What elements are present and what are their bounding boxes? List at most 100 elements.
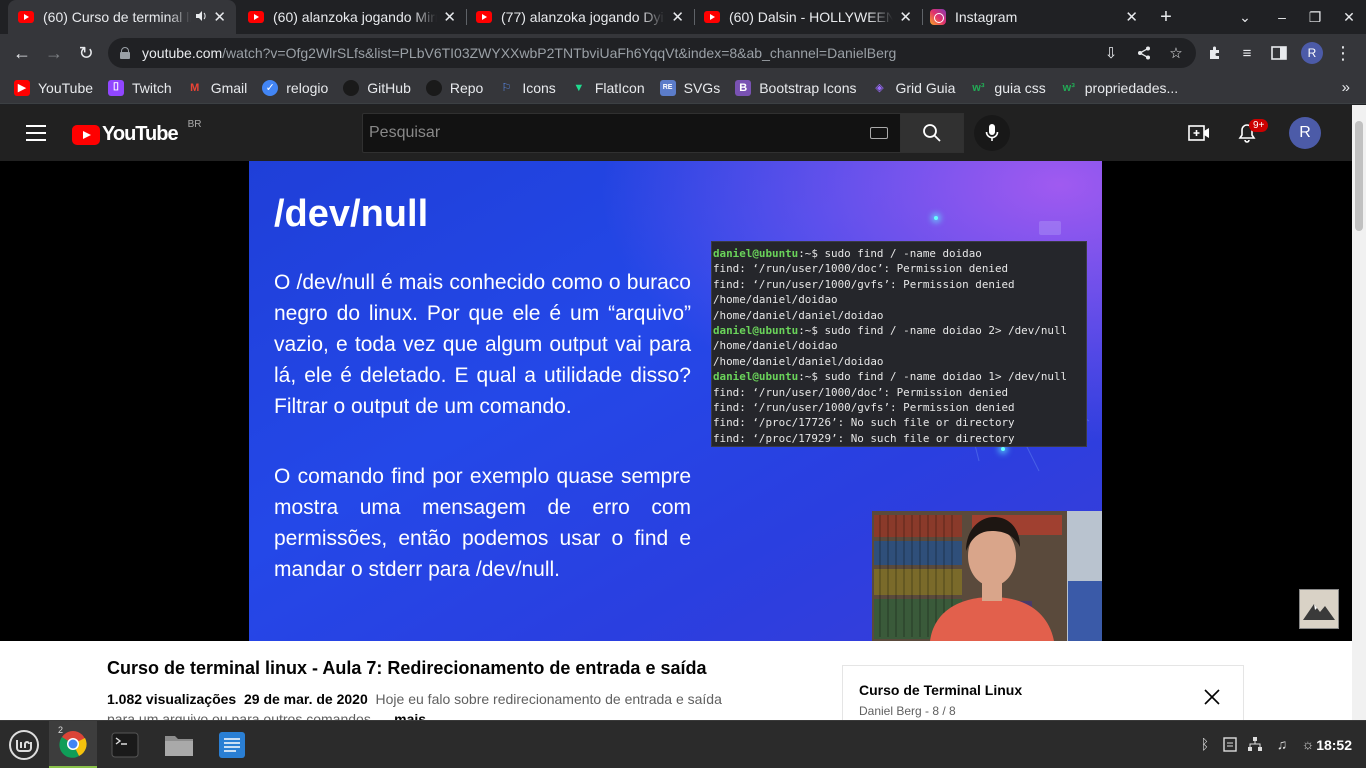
- browser-menu-icon[interactable]: ⋮: [1328, 38, 1358, 68]
- search-button[interactable]: [900, 113, 964, 153]
- tab-title: Instagram: [955, 9, 1018, 25]
- media-queue-icon[interactable]: ≡: [1232, 38, 1262, 68]
- bookmark-grid-guia[interactable]: ◈ Grid Guia: [871, 80, 955, 96]
- github-icon: [343, 79, 360, 96]
- terminal-line: find: ‘/run/user/1000/gvfs’: Permission …: [713, 401, 1015, 415]
- slide-title: /dev/null: [274, 193, 429, 235]
- files-taskbar-button[interactable]: [155, 721, 203, 768]
- chrome-taskbar-button[interactable]: 2: [49, 721, 97, 768]
- new-tab-icon[interactable]: +: [1150, 0, 1182, 34]
- back-icon[interactable]: ←: [7, 38, 37, 68]
- bookmark-twitch[interactable]: ⌷ Twitch: [108, 79, 172, 96]
- voice-search-button[interactable]: [974, 115, 1010, 151]
- bookmark-bootstrap-icons[interactable]: B Bootstrap Icons: [735, 79, 856, 96]
- bookmark-star-icon[interactable]: ☆: [1161, 38, 1191, 68]
- youtube-favicon-icon: [476, 11, 492, 23]
- create-video-icon[interactable]: [1187, 121, 1211, 145]
- bookmark-relogio[interactable]: ✓ relogio: [262, 79, 328, 96]
- profile-avatar[interactable]: R: [1297, 38, 1327, 68]
- tab-curso-terminal[interactable]: (60) Curso de terminal linux ✕: [8, 0, 236, 34]
- tab-dalsin[interactable]: (60) Dalsin - HOLLYWEEN ✕: [694, 0, 922, 34]
- tab-title: (77) alanzoka jogando Dying: [501, 9, 666, 25]
- bookmark-flaticon[interactable]: ▼ FlatIcon: [571, 80, 644, 96]
- video-player[interactable]: /dev/null O /dev/null é mais conhecido c…: [0, 161, 1352, 641]
- share-icon[interactable]: [1129, 38, 1159, 68]
- maximize-icon[interactable]: ❐: [1299, 0, 1331, 34]
- mint-menu-icon[interactable]: [0, 721, 48, 768]
- terminal-line: daniel@ubuntu:~$ sudo find / -name doida…: [713, 324, 1068, 338]
- terminal-line: find: ‘/run/user/1000/doc’: Permission d…: [713, 385, 1009, 399]
- search-icon: [923, 124, 941, 142]
- youtube-logo[interactable]: YouTube BR: [72, 119, 201, 146]
- terminal-taskbar-button[interactable]: [101, 721, 149, 768]
- close-playlist-icon[interactable]: [1203, 688, 1221, 706]
- youtube-favicon-icon: [248, 11, 264, 23]
- speaker-icon[interactable]: [195, 10, 207, 25]
- bookmark-propriedades[interactable]: w³ propriedades...: [1061, 80, 1179, 96]
- lock-icon[interactable]: [120, 47, 130, 59]
- extensions-icon[interactable]: [1200, 38, 1230, 68]
- youtube-favicon-icon: [18, 11, 34, 23]
- more-bookmarks-icon[interactable]: »: [1342, 79, 1350, 96]
- search-input[interactable]: [363, 114, 900, 152]
- terminal-line: find: ‘/proc/17726’: No such file or dir…: [713, 416, 1015, 430]
- minimize-icon[interactable]: –: [1266, 0, 1298, 34]
- terminal-line: /home/daniel/doidao: [713, 339, 838, 353]
- reload-icon[interactable]: ↻: [71, 38, 101, 68]
- tab-title: (60) alanzoka jogando Mirror: [273, 9, 438, 25]
- flag-icon: ⚐: [501, 82, 512, 94]
- text-editor-taskbar-button[interactable]: [208, 721, 256, 768]
- brightness-icon[interactable]: ☼: [1299, 735, 1317, 753]
- bookmark-svgs[interactable]: RE SVGs: [659, 79, 720, 96]
- close-window-icon[interactable]: ✕: [1333, 0, 1365, 34]
- bookmark-repo[interactable]: Repo: [425, 79, 483, 96]
- install-app-icon[interactable]: ⇩: [1096, 38, 1126, 68]
- keyboard-icon[interactable]: [870, 127, 888, 139]
- video-description: Hoje eu falo sobre redirecionamento de e…: [375, 691, 722, 707]
- channel-watermark-logo[interactable]: [1299, 589, 1339, 629]
- clipboard-icon[interactable]: [1221, 735, 1239, 753]
- close-tab-icon[interactable]: ✕: [213, 8, 226, 26]
- notification-count-badge: 9+: [1249, 119, 1269, 132]
- playlist-panel[interactable]: Curso de Terminal Linux Daniel Berg - 8 …: [842, 665, 1244, 725]
- bookmark-guia-css[interactable]: w³ guia css: [970, 80, 1045, 96]
- scrollbar-thumb[interactable]: [1355, 121, 1363, 231]
- clock[interactable]: 18:52: [1316, 737, 1352, 753]
- taskbar: 2 ᛒ ♫ ☼ 18:52: [0, 720, 1366, 768]
- tab-alanzoka-mirror[interactable]: (60) alanzoka jogando Mirror ✕: [238, 0, 466, 34]
- browser-toolbar: ← → ↻ youtube.com/watch?v=Ofg2WlrSLfs&li…: [0, 34, 1366, 72]
- close-tab-icon[interactable]: ✕: [443, 8, 456, 26]
- close-tab-icon[interactable]: ✕: [671, 8, 684, 26]
- terminal-line: find: ‘/proc/17929’: No such file or dir…: [713, 431, 1015, 445]
- page-scrollbar[interactable]: [1352, 105, 1366, 720]
- tab-instagram[interactable]: Instagram ✕: [920, 0, 1148, 34]
- tab-alanzoka-dying[interactable]: (77) alanzoka jogando Dying ✕: [466, 0, 694, 34]
- tab-title: (60) Curso de terminal linux: [43, 9, 192, 25]
- tab-strip: (60) Curso de terminal linux ✕ (60) alan…: [0, 0, 1366, 34]
- bookmark-youtube[interactable]: ▶ YouTube: [14, 79, 93, 96]
- video-info-area: Curso de terminal linux - Aula 7: Redire…: [0, 641, 1352, 727]
- playlist-subtitle: Daniel Berg - 8 / 8: [859, 704, 956, 718]
- search-box: [362, 113, 901, 153]
- side-panel-icon[interactable]: [1264, 38, 1294, 68]
- bluetooth-icon[interactable]: ᛒ: [1196, 735, 1214, 753]
- account-avatar[interactable]: R: [1289, 117, 1321, 149]
- tab-search-chevron-icon[interactable]: ⌄: [1229, 0, 1261, 34]
- bookmark-github[interactable]: GitHub: [343, 79, 411, 96]
- network-icon[interactable]: [1246, 735, 1264, 753]
- hamburger-menu-icon[interactable]: [26, 125, 46, 141]
- bookmark-gmail[interactable]: M Gmail: [187, 80, 247, 96]
- close-tab-icon[interactable]: ✕: [1125, 8, 1138, 26]
- window-count: 2: [58, 725, 64, 735]
- svgrepo-icon: RE: [659, 79, 676, 96]
- music-note-icon[interactable]: ♫: [1273, 735, 1291, 753]
- bookmark-icons[interactable]: ⚐ Icons: [498, 80, 555, 96]
- instagram-favicon-icon: [930, 9, 946, 25]
- close-tab-icon[interactable]: ✕: [899, 8, 912, 26]
- forward-icon[interactable]: →: [39, 38, 69, 68]
- clock-check-icon: ✓: [262, 79, 279, 96]
- youtube-play-icon: [72, 124, 100, 145]
- address-bar[interactable]: youtube.com/watch?v=Ofg2WlrSLfs&list=PLb…: [108, 38, 1196, 68]
- tab-title: (60) Dalsin - HOLLYWEEN: [729, 9, 894, 25]
- address-url[interactable]: youtube.com/watch?v=Ofg2WlrSLfs&list=PLb…: [142, 45, 896, 61]
